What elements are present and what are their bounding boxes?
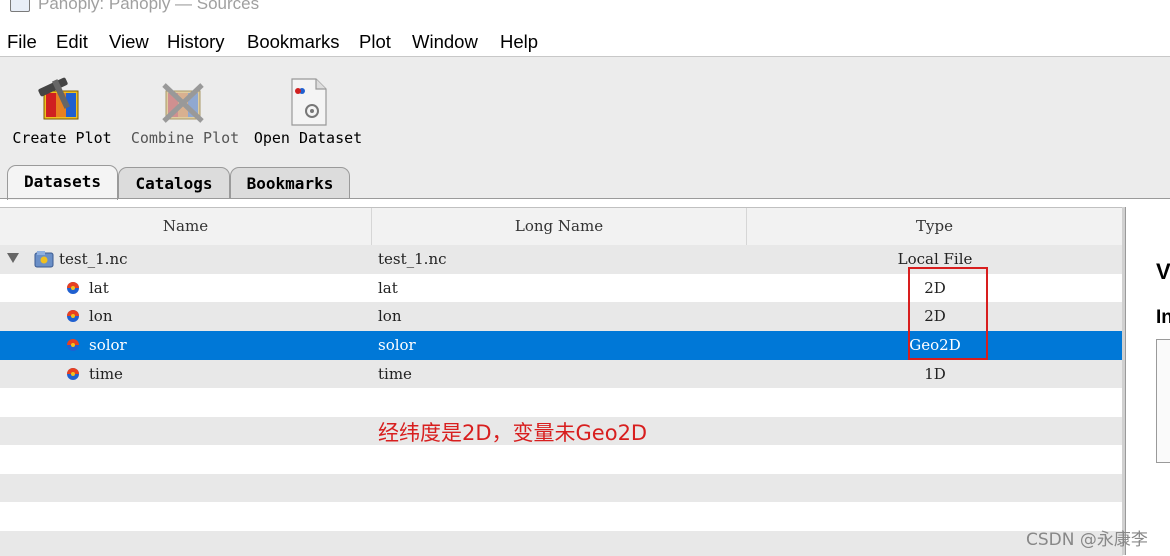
menu-bar: File Edit View History Bookmarks Plot Wi…: [0, 26, 1170, 57]
row-name: solor: [89, 331, 127, 360]
open-dataset-icon: [282, 77, 334, 127]
menu-bookmarks[interactable]: Bookmarks: [247, 31, 340, 53]
open-dataset-button[interactable]: Open Dataset: [252, 75, 364, 155]
column-header-name[interactable]: Name: [0, 208, 372, 245]
info-text-area[interactable]: [1156, 339, 1170, 463]
open-dataset-label: Open Dataset: [252, 129, 364, 147]
row-name: time: [89, 360, 123, 389]
row-name: test_1.nc: [59, 245, 128, 274]
empty-row: [0, 502, 1123, 531]
combine-plot-icon: [158, 77, 210, 127]
tab-divider: [0, 198, 1170, 199]
create-plot-label: Create Plot: [8, 129, 116, 147]
menu-view[interactable]: View: [109, 31, 149, 53]
info-panel: V In: [1125, 207, 1170, 555]
datasets-table: Name Long Name Type test_1.nc test_1.nc …: [0, 207, 1123, 556]
menu-file[interactable]: File: [7, 31, 37, 53]
table-header: Name Long Name Type: [0, 208, 1123, 246]
info-panel-subheading: In: [1156, 307, 1170, 329]
create-plot-button[interactable]: Create Plot: [8, 75, 116, 155]
combine-plot-label: Combine Plot: [128, 129, 242, 147]
title-bar: Panoply: Panoply — Sources: [0, 0, 1170, 22]
variable-icon: [66, 338, 80, 352]
toolbar: Create Plot Combine Plot Open Dataset: [0, 57, 1170, 157]
tab-datasets[interactable]: Datasets: [7, 165, 118, 200]
variable-icon: [66, 281, 80, 295]
app-icon: [10, 0, 30, 12]
menu-window[interactable]: Window: [412, 31, 478, 53]
menu-edit[interactable]: Edit: [56, 31, 88, 53]
menu-help[interactable]: Help: [500, 31, 538, 53]
row-name: lon: [89, 302, 113, 331]
variable-icon: [66, 309, 80, 323]
collapse-triangle-icon[interactable]: [7, 253, 19, 263]
create-plot-icon: [36, 77, 88, 127]
tab-strip: Datasets Catalogs Bookmarks: [0, 157, 1170, 199]
menu-plot[interactable]: Plot: [359, 31, 391, 53]
row-long-name: time: [378, 360, 412, 389]
row-long-name: lat: [378, 274, 398, 303]
column-header-long-name[interactable]: Long Name: [372, 208, 747, 245]
tab-bookmarks[interactable]: Bookmarks: [230, 167, 350, 199]
row-long-name: test_1.nc: [378, 245, 447, 274]
empty-row: [0, 388, 1123, 417]
info-panel-heading: V: [1156, 259, 1170, 285]
column-header-type[interactable]: Type: [747, 208, 1123, 245]
annotation-highlight-box: [908, 267, 988, 360]
menu-history[interactable]: History: [167, 31, 225, 53]
empty-row: [0, 474, 1123, 503]
table-row-variable[interactable]: time time 1D: [0, 360, 1123, 389]
row-long-name: solor: [378, 331, 416, 360]
combine-plot-button[interactable]: Combine Plot: [128, 75, 242, 155]
row-type: 1D: [747, 360, 1123, 389]
annotation-text: 经纬度是2D，变量未Geo2D: [378, 417, 647, 447]
empty-row: [0, 445, 1123, 474]
row-long-name: lon: [378, 302, 402, 331]
netcdf-file-icon: [34, 250, 54, 268]
window-title: Panoply: Panoply — Sources: [38, 0, 259, 14]
empty-row: [0, 531, 1123, 556]
watermark: CSDN @永康李: [1026, 525, 1148, 550]
row-name: lat: [89, 274, 109, 303]
variable-icon: [66, 367, 80, 381]
tab-catalogs[interactable]: Catalogs: [118, 167, 230, 199]
